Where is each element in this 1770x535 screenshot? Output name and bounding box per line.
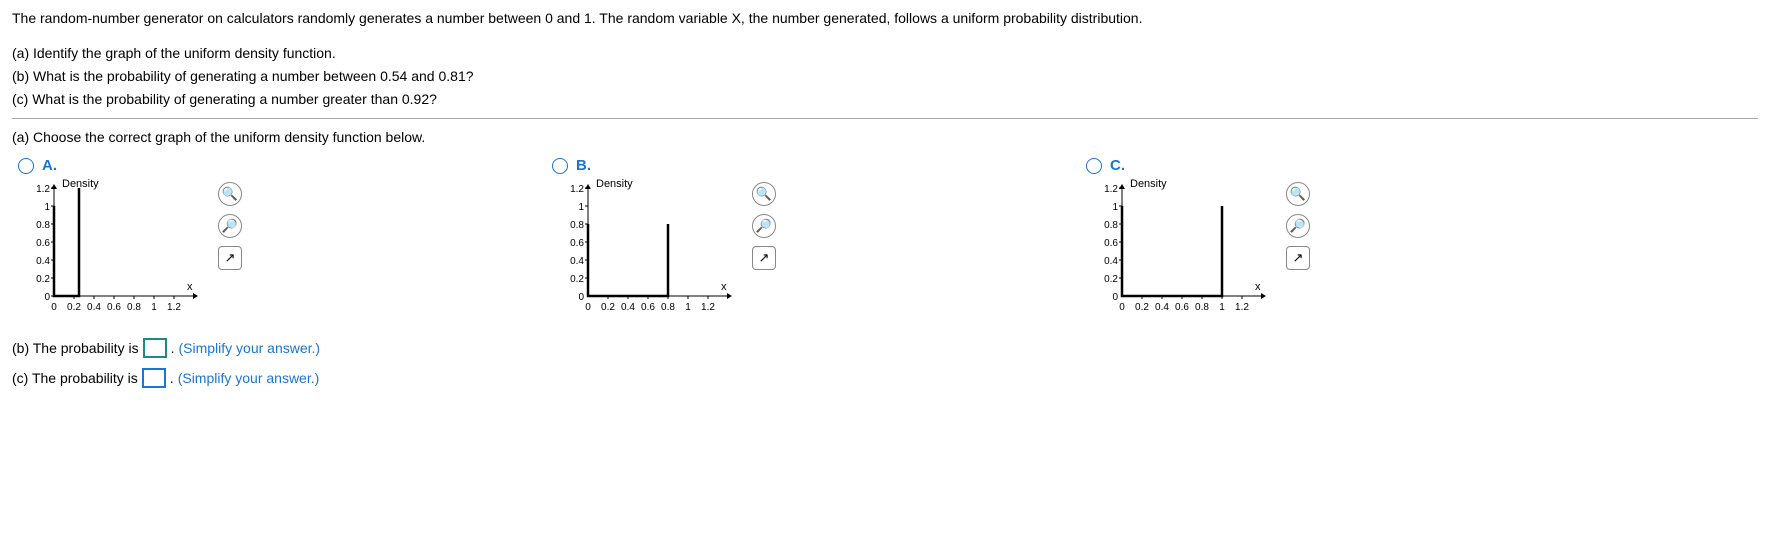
zoom-in-icon[interactable]: 🔍 [752,182,776,206]
svg-text:1: 1 [44,202,50,213]
question-c: (c) What is the probability of generatin… [12,89,1758,110]
zoom-out-icon[interactable]: 🔎 [218,214,242,238]
zoom-out-icon[interactable]: 🔎 [752,214,776,238]
svg-text:0.8: 0.8 [570,220,584,231]
svg-text:0.4: 0.4 [1155,302,1169,313]
svg-text:0: 0 [578,292,584,303]
svg-text:1: 1 [151,302,157,313]
radio-c[interactable] [1086,158,1102,174]
svg-text:0.2: 0.2 [1104,274,1118,285]
zoom-in-icon[interactable]: 🔍 [218,182,242,206]
svg-text:0.2: 0.2 [36,274,50,285]
popout-icon[interactable]: ↗ [1286,246,1310,270]
answer-c-prefix: (c) The probability is [12,370,138,386]
question-a: (a) Identify the graph of the uniform de… [12,43,1758,64]
svg-text:1.2: 1.2 [36,184,50,195]
zoom-out-icon[interactable]: 🔎 [1286,214,1310,238]
answer-b-input[interactable] [143,338,167,358]
answer-c-suffix: . [170,370,174,386]
options-row: A. 0 0.2 0.4 0.6 [12,157,1758,318]
svg-text:0.4: 0.4 [36,256,50,267]
answer-c-hint: (Simplify your answer.) [178,370,320,386]
question-b: (b) What is the probability of generatin… [12,66,1758,87]
svg-text:0.4: 0.4 [621,302,635,313]
chart-a-tools: 🔍 🔎 ↗ [218,178,242,270]
svg-text:x: x [1255,281,1261,293]
problem-intro: The random-number generator on calculato… [12,8,1758,29]
svg-text:0.2: 0.2 [67,302,81,313]
svg-text:1: 1 [1219,302,1225,313]
svg-text:0.8: 0.8 [661,302,675,313]
chart-a: 0 0.2 0.4 0.6 0.8 1 1.2 0 0.2 0.4 [18,178,208,318]
svg-text:0: 0 [1119,302,1125,313]
svg-text:1: 1 [578,202,584,213]
svg-text:0: 0 [1112,292,1118,303]
answer-c-input[interactable] [142,368,166,388]
svg-text:1.2: 1.2 [167,302,181,313]
svg-text:0.4: 0.4 [1104,256,1118,267]
svg-text:0.2: 0.2 [601,302,615,313]
svg-text:0: 0 [44,292,50,303]
svg-text:Density: Density [1130,178,1167,190]
svg-text:0.6: 0.6 [1104,238,1118,249]
chart-c-tools: 🔍 🔎 ↗ [1286,178,1310,270]
zoom-in-icon[interactable]: 🔍 [1286,182,1310,206]
popout-icon[interactable]: ↗ [752,246,776,270]
svg-text:0.8: 0.8 [127,302,141,313]
radio-b[interactable] [552,158,568,174]
svg-text:0.8: 0.8 [1195,302,1209,313]
option-c: C. 0 0.2 0.4 0.6 0.8 [1086,157,1310,318]
svg-text:0.6: 0.6 [107,302,121,313]
svg-text:0: 0 [51,302,57,313]
answer-b-hint: (Simplify your answer.) [178,340,320,356]
svg-text:0.6: 0.6 [36,238,50,249]
svg-text:0.8: 0.8 [1104,220,1118,231]
option-a: A. 0 0.2 0.4 0.6 [18,157,242,318]
svg-text:0.6: 0.6 [1175,302,1189,313]
svg-text:1.2: 1.2 [570,184,584,195]
answer-b-line: (b) The probability is . (Simplify your … [12,338,1758,358]
answer-c-line: (c) The probability is . (Simplify your … [12,368,1758,388]
chart-b: 0 0.2 0.4 0.6 0.8 1 1.2 0 0.2 0.4 [552,178,742,318]
svg-text:0.6: 0.6 [570,238,584,249]
svg-text:0: 0 [585,302,591,313]
option-b: B. 0 0.2 0.4 0.6 0.8 [552,157,776,318]
svg-text:0.4: 0.4 [87,302,101,313]
svg-text:0.2: 0.2 [570,274,584,285]
svg-text:1.2: 1.2 [1235,302,1249,313]
svg-text:x: x [187,281,193,293]
svg-text:0.8: 0.8 [36,220,50,231]
svg-text:1.2: 1.2 [1104,184,1118,195]
svg-text:0.6: 0.6 [641,302,655,313]
svg-text:x: x [721,281,727,293]
option-a-label: A. [42,157,57,174]
chart-b-tools: 🔍 🔎 ↗ [752,178,776,270]
svg-text:1: 1 [685,302,691,313]
svg-text:Density: Density [62,178,99,190]
svg-text:Density: Density [596,178,633,190]
svg-text:0.2: 0.2 [1135,302,1149,313]
option-b-label: B. [576,157,591,174]
answer-b-suffix: . [171,340,175,356]
svg-text:0.4: 0.4 [570,256,584,267]
option-c-label: C. [1110,157,1125,174]
radio-a[interactable] [18,158,34,174]
svg-text:1: 1 [1112,202,1118,213]
divider [12,118,1758,119]
popout-icon[interactable]: ↗ [218,246,242,270]
answer-b-prefix: (b) The probability is [12,340,139,356]
instruction-a: (a) Choose the correct graph of the unif… [12,129,1758,145]
chart-c: 0 0.2 0.4 0.6 0.8 1 1.2 0 0.2 0.4 [1086,178,1276,318]
svg-text:1.2: 1.2 [701,302,715,313]
